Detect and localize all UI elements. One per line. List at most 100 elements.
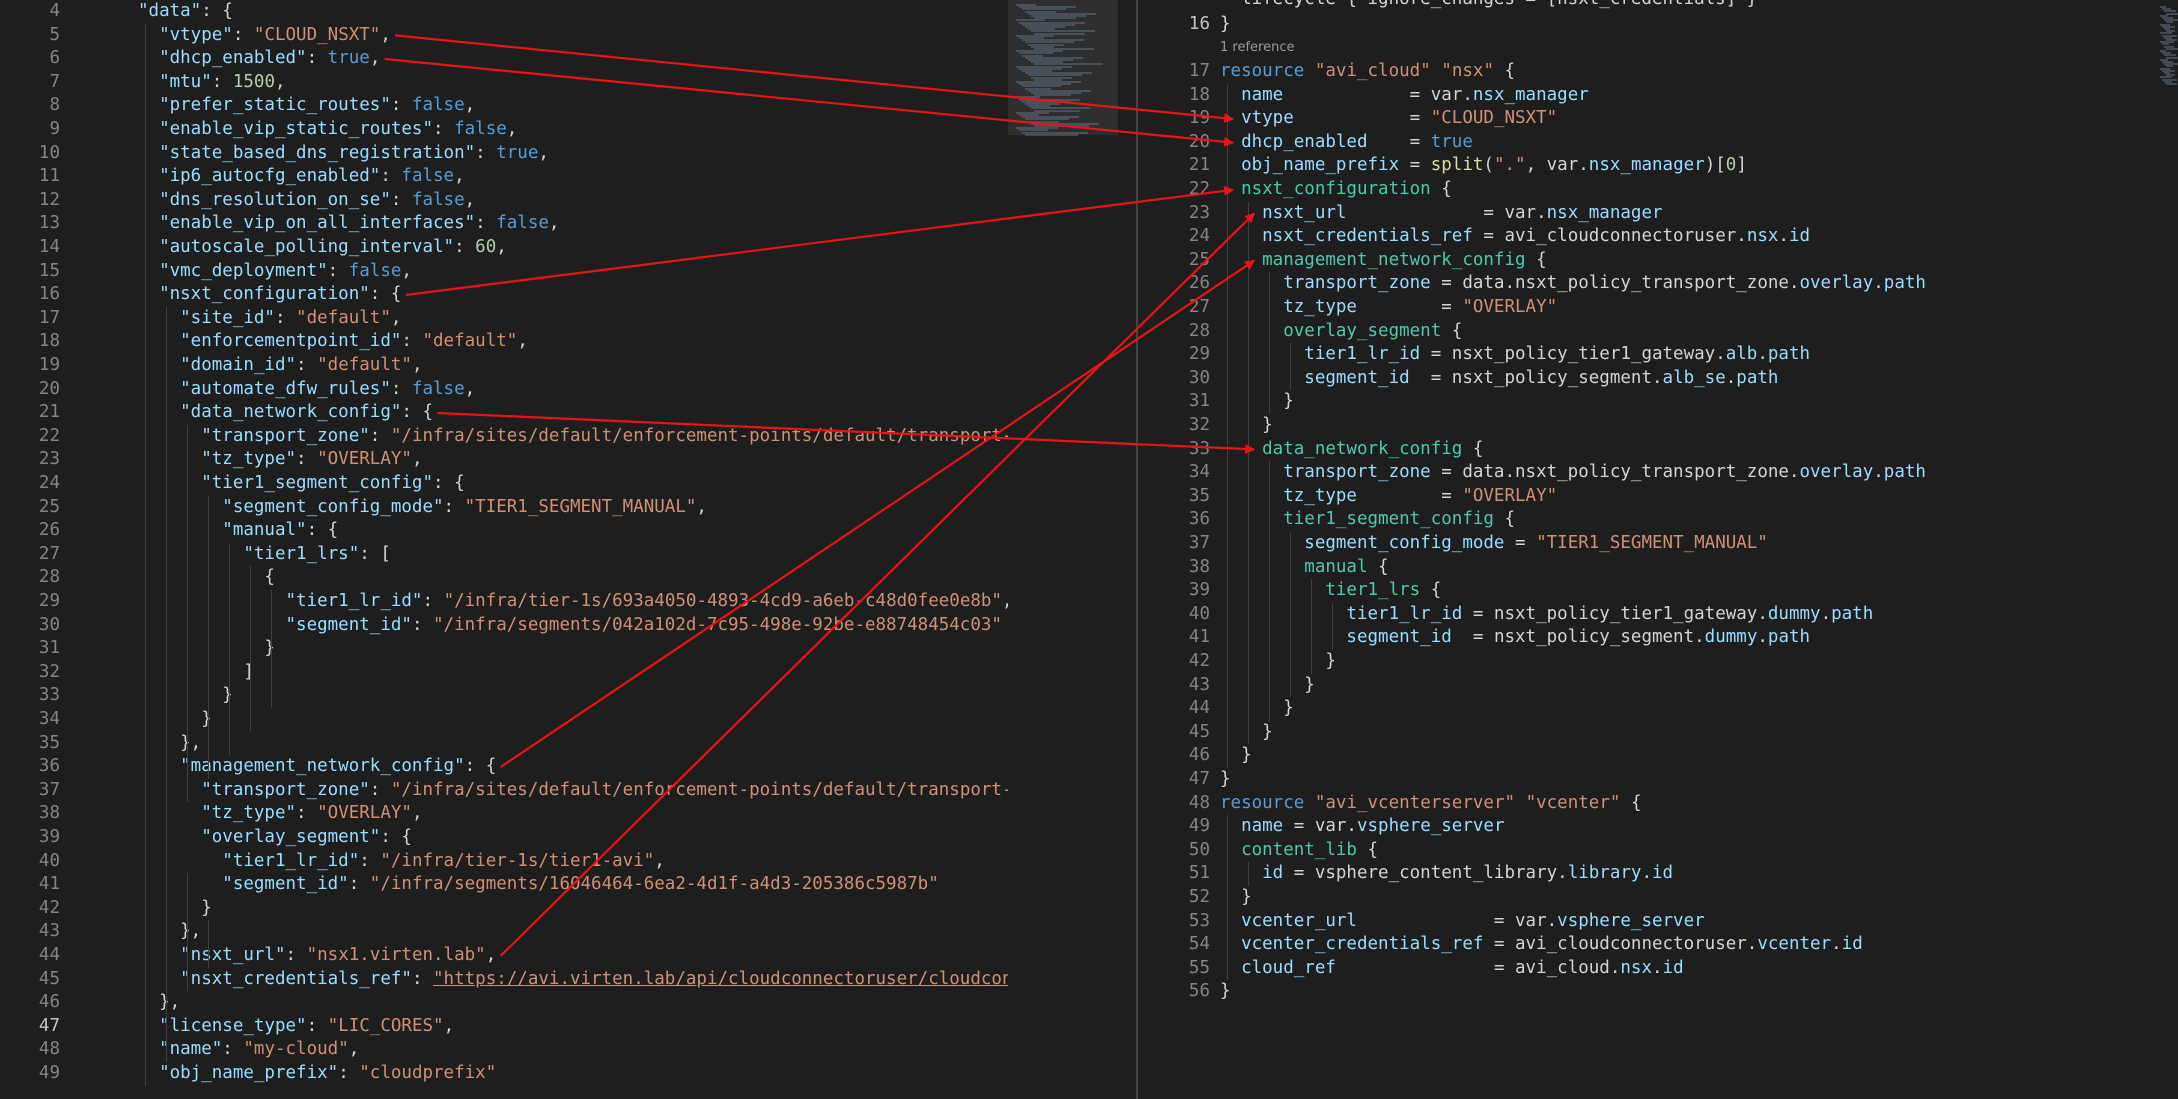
left-code-line[interactable]: 18 "enforcementpoint_id": "default", — [0, 330, 1008, 354]
left-minimap[interactable] — [1008, 0, 1118, 1099]
code-token: : — [422, 591, 444, 611]
left-code-line[interactable]: 16 "nsxt_configuration": { — [0, 283, 1008, 307]
left-code-line[interactable]: 43 }, — [0, 920, 1008, 944]
right-code-line[interactable]: 42 } — [1138, 650, 2158, 674]
left-code-line[interactable]: 15 "vmc_deployment": false, — [0, 260, 1008, 284]
right-code-line[interactable]: 34 transport_zone = data.nsxt_policy_tra… — [1138, 461, 2158, 485]
left-code-line[interactable]: 10 "state_based_dns_registration": true, — [0, 142, 1008, 166]
right-code-line[interactable]: 48 resource "avi_vcenterserver" "vcenter"… — [1138, 792, 2158, 816]
right-editor-pane[interactable]: lifecycle { ignore_changes = [nsxt_crede… — [1138, 0, 2158, 1099]
left-code-line[interactable]: 34 } — [0, 708, 1008, 732]
left-code-line[interactable]: 49 "obj_name_prefix": "cloudprefix" — [0, 1062, 1008, 1086]
right-code-line[interactable]: 33 data_network_config { — [1138, 438, 2158, 462]
right-code-line[interactable]: 40 tier1_lr_id = nsxt_policy_tier1_gatew… — [1138, 603, 2158, 627]
left-code-line[interactable]: 8 "prefer_static_routes": false, — [0, 94, 1008, 118]
left-code-line[interactable]: 22 "transport_zone": "/infra/sites/defau… — [0, 425, 1008, 449]
right-code-line[interactable]: 24 nsxt_credentials_ref = avi_cloudconne… — [1138, 225, 2158, 249]
left-code-line[interactable]: 12 "dns_resolution_on_se": false, — [0, 189, 1008, 213]
left-code-line[interactable]: 14 "autoscale_polling_interval": 60, — [0, 236, 1008, 260]
right-code-line[interactable]: 38 manual { — [1138, 556, 2158, 580]
left-code-line[interactable]: 17 "site_id": "default", — [0, 307, 1008, 331]
right-code-line[interactable]: 52 } — [1138, 886, 2158, 910]
left-code-line[interactable]: 27 "tier1_lrs": [ — [0, 543, 1008, 567]
right-code-line[interactable]: 49 name = var.vsphere_server — [1138, 815, 2158, 839]
left-code-line[interactable]: 40 "tier1_lr_id": "/infra/tier-1s/tier1-… — [0, 850, 1008, 874]
left-code-line[interactable]: 9 "enable_vip_static_routes": false, — [0, 118, 1008, 142]
left-code-line[interactable]: 20 "automate_dfw_rules": false, — [0, 378, 1008, 402]
left-code-line[interactable]: 28 { — [0, 566, 1008, 590]
left-code-line[interactable]: 36 "management_network_config": { — [0, 755, 1008, 779]
right-code-line[interactable]: 53 vcenter_url = var.vsphere_server — [1138, 910, 2158, 934]
line-code: "data": { — [138, 0, 233, 24]
code-token: } — [1220, 769, 1231, 789]
left-code-line[interactable]: 42 } — [0, 897, 1008, 921]
right-code-line[interactable]: 39 tier1_lrs { — [1138, 579, 2158, 603]
right-code-line[interactable]: 21 obj_name_prefix = split(".", var.nsx_… — [1138, 154, 2158, 178]
right-code-line[interactable]: 30 segment_id = nsxt_policy_segment.alb_… — [1138, 367, 2158, 391]
right-code-line[interactable]: 16} — [1138, 13, 2158, 37]
right-code-line[interactable]: 25 management_network_config { — [1138, 249, 2158, 273]
right-code-line[interactable]: 27 tz_type = "OVERLAY" — [1138, 296, 2158, 320]
left-code-line[interactable]: 7 "mtu": 1500, — [0, 71, 1008, 95]
left-code-line[interactable]: 45 "nsxt_credentials_ref": "https://avi.… — [0, 968, 1008, 992]
left-code-line[interactable]: 33 } — [0, 684, 1008, 708]
left-code-line[interactable]: 48 "name": "my-cloud", — [0, 1038, 1008, 1062]
left-code-line[interactable]: 37 "transport_zone": "/infra/sites/defau… — [0, 779, 1008, 803]
left-scrollbar[interactable] — [1118, 0, 1136, 1099]
right-code-line[interactable]: 37 segment_config_mode = "TIER1_SEGMENT_… — [1138, 532, 2158, 556]
right-code-line[interactable]: 32 } — [1138, 414, 2158, 438]
left-code-line[interactable]: 41 "segment_id": "/infra/segments/160464… — [0, 873, 1008, 897]
right-code-line[interactable]: 54 vcenter_credentials_ref = avi_cloudco… — [1138, 933, 2158, 957]
code-token: obj_name_prefix — [1220, 155, 1400, 176]
right-code-line[interactable]: 56} — [1138, 980, 2158, 1004]
right-code-line[interactable]: 20 dhcp_enabled = true — [1138, 131, 2158, 155]
left-editor-pane[interactable]: 4 "data": {5 "vtype": "CLOUD_NSXT", 6 "dhc… — [0, 0, 1008, 1099]
left-code-line[interactable]: 47 "license_type": "LIC_CORES", — [0, 1015, 1008, 1039]
left-code-line[interactable]: 21 "data_network_config": { — [0, 401, 1008, 425]
right-minimap[interactable] — [2158, 0, 2178, 1099]
left-code-line[interactable]: 11 "ip6_autocfg_enabled": false, — [0, 165, 1008, 189]
codelens-reference[interactable]: 1 reference — [1220, 40, 1294, 55]
right-code-line[interactable]: 45 } — [1138, 721, 2158, 745]
left-code-line[interactable]: 26 "manual": { — [0, 519, 1008, 543]
left-code-line[interactable]: 46 }, — [0, 991, 1008, 1015]
right-code-line[interactable]: 18 name = var.nsx_manager — [1138, 84, 2158, 108]
right-code-line[interactable]: 36 tier1_segment_config { — [1138, 508, 2158, 532]
right-code-line[interactable]: 44 } — [1138, 697, 2158, 721]
right-code-line[interactable]: 28 overlay_segment { — [1138, 320, 2158, 344]
right-code-line[interactable]: 23 nsxt_url = var.nsx_manager — [1138, 202, 2158, 226]
left-code-line[interactable]: 38 "tz_type": "OVERLAY", — [0, 802, 1008, 826]
right-code-line[interactable]: 29 tier1_lr_id = nsxt_policy_tier1_gatew… — [1138, 343, 2158, 367]
left-code-line[interactable]: 30 "segment_id": "/infra/segments/042a10… — [0, 614, 1008, 638]
right-code-line[interactable]: 50 content_lib { — [1138, 839, 2158, 863]
left-code-line[interactable]: 6 "dhcp_enabled": true, — [0, 47, 1008, 71]
left-code-line[interactable]: 5 "vtype": "CLOUD_NSXT", — [0, 24, 1008, 48]
code-token: "enable_vip_on_all_interfaces" — [138, 213, 476, 234]
right-code-line[interactable]: 35 tz_type = "OVERLAY" — [1138, 485, 2158, 509]
right-code-line[interactable]: 19 vtype = "CLOUD_NSXT" — [1138, 107, 2158, 131]
left-code-line[interactable]: 31 } — [0, 637, 1008, 661]
right-code-line[interactable]: 41 segment_id = nsxt_policy_segment.dumm… — [1138, 626, 2158, 650]
left-code-line[interactable]: 32 ] — [0, 661, 1008, 685]
left-code-line[interactable]: 4 "data": { — [0, 0, 1008, 24]
right-code-line[interactable]: 17 resource "avi_cloud" "nsx" { — [1138, 60, 2158, 84]
left-code-line[interactable]: 19 "domain_id": "default", — [0, 354, 1008, 378]
right-code-line[interactable]: 46 } — [1138, 744, 2158, 768]
right-code-line[interactable]: 55 cloud_ref = avi_cloud.nsx.id — [1138, 957, 2158, 981]
left-code-line[interactable]: 24 "tier1_segment_config": { — [0, 472, 1008, 496]
right-code-line[interactable]: 31 } — [1138, 390, 2158, 414]
line-code: { — [138, 566, 275, 590]
right-code-line[interactable]: 26 transport_zone = data.nsxt_policy_tra… — [1138, 272, 2158, 296]
right-code-line[interactable]: 47} — [1138, 768, 2158, 792]
left-code-line[interactable]: 29 "tier1_lr_id": "/infra/tier-1s/693a40… — [0, 590, 1008, 614]
left-code-line[interactable]: 35 }, — [0, 732, 1008, 756]
right-code-line[interactable]: 43 } — [1138, 674, 2158, 698]
right-code-line[interactable]: 22 nsxt_configuration { — [1138, 178, 2158, 202]
left-code-line[interactable]: 23 "tz_type": "OVERLAY", — [0, 448, 1008, 472]
left-code-line[interactable]: 13 "enable_vip_on_all_interfaces": false… — [0, 212, 1008, 236]
left-code-line[interactable]: 39 "overlay_segment": { — [0, 826, 1008, 850]
left-code-line[interactable]: 44 "nsxt_url": "nsx1.virten.lab", — [0, 944, 1008, 968]
code-token: = — [1356, 297, 1463, 317]
left-code-line[interactable]: 25 "segment_config_mode": "TIER1_SEGMENT… — [0, 496, 1008, 520]
right-code-line[interactable]: 51 id = vsphere_content_library.library.… — [1138, 862, 2158, 886]
